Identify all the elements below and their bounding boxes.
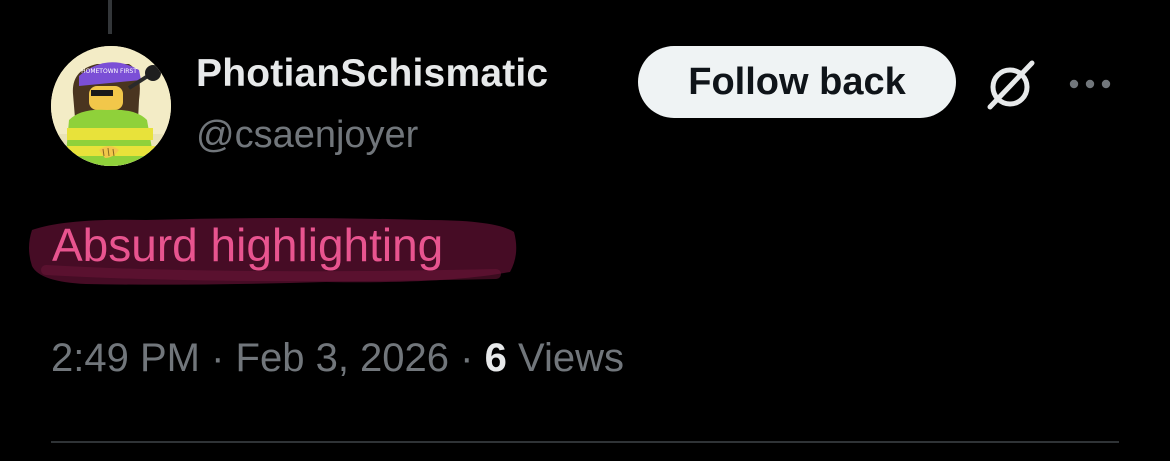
tweet-meta-row: 2:49 PM · Feb 3, 2026 · 6 Views [51, 336, 624, 381]
tweet-date[interactable]: Feb 3, 2026 [236, 336, 450, 380]
thread-connector-line [108, 0, 112, 34]
slashed-circle-icon[interactable] [982, 57, 1038, 113]
meta-separator: · [211, 336, 225, 380]
views-count[interactable]: 6 [485, 336, 507, 380]
avatar-cap-text: HOMETOWN FIRST [81, 68, 137, 75]
tweet-time[interactable]: 2:49 PM [51, 336, 200, 380]
tweet-text: Absurd highlighting [52, 219, 444, 271]
avatar[interactable]: HOMETOWN FIRST [51, 46, 171, 166]
more-dots-icon[interactable] [1066, 72, 1114, 96]
views-label: Views [518, 336, 624, 380]
author-display-name[interactable]: PhotianSchismatic [196, 52, 548, 96]
avatar-image: HOMETOWN FIRST [51, 46, 171, 166]
meta-separator: · [460, 336, 474, 380]
author-handle[interactable]: @csaenjoyer [196, 114, 418, 157]
divider [51, 441, 1119, 443]
follow-back-button[interactable]: Follow back [638, 46, 956, 118]
